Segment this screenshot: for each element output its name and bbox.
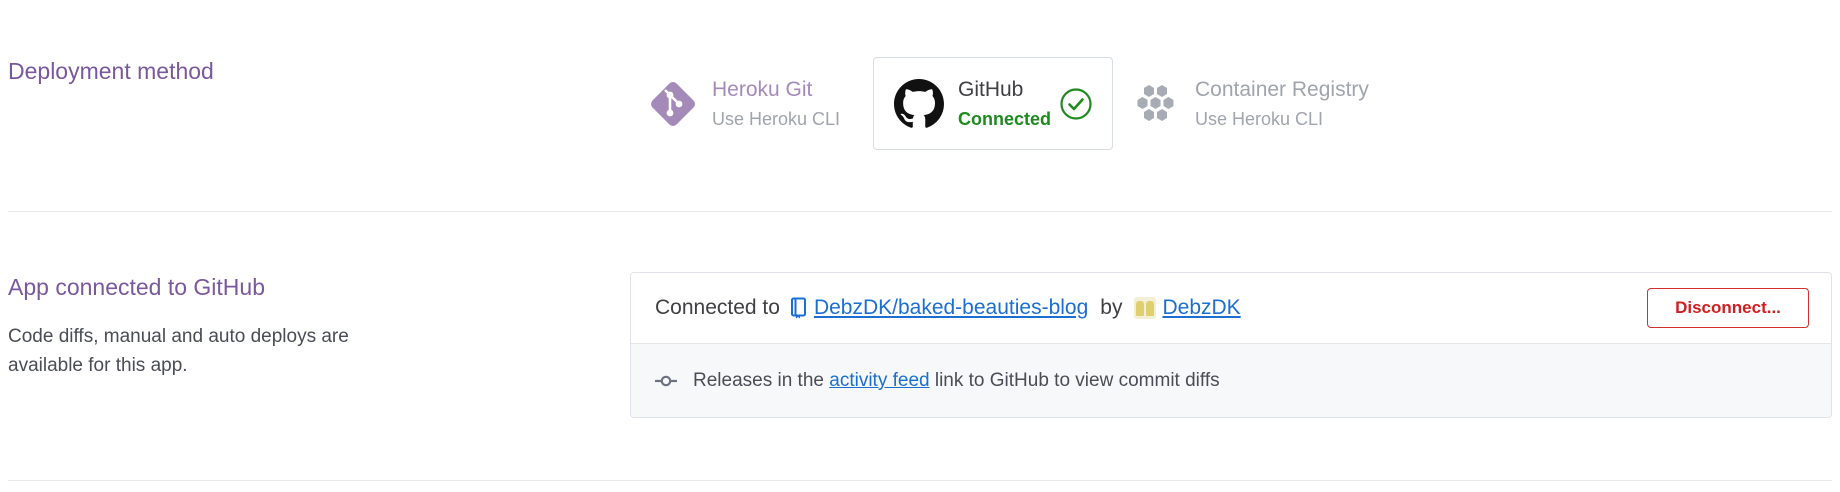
activity-feed-link[interactable]: activity feed: [829, 370, 929, 392]
app-connected-description: Code diffs, manual and auto deploys are …: [8, 326, 349, 376]
method-subtitle: Use Heroku CLI: [1195, 108, 1324, 129]
method-title: Heroku Git: [712, 77, 813, 101]
disconnect-button[interactable]: Disconnect...: [1647, 288, 1809, 328]
connection-status: Connected: [958, 108, 1052, 129]
method-subtitle: Use Heroku CLI: [712, 108, 841, 129]
deployment-method-options: Heroku Git Use Heroku CLI GitHub Connect…: [640, 57, 1389, 150]
method-heroku-git[interactable]: Heroku Git Use Heroku CLI: [640, 57, 867, 150]
repo-book-icon: [790, 297, 808, 319]
github-octocat-icon: [892, 77, 946, 131]
git-diamond-icon: [646, 77, 700, 131]
method-title: GitHub: [958, 77, 1024, 101]
deploy-settings-page: Deployment method Heroku Git Use Heroku …: [0, 0, 1840, 492]
connection-row: Connected to DebzDK/baked-beauties-blog …: [631, 273, 1831, 344]
deployment-method-heading: Deployment method: [8, 58, 214, 84]
method-title: Container Registry: [1195, 77, 1369, 101]
feed-suffix-text: link to GitHub to view commit diffs: [934, 370, 1220, 391]
repo-link[interactable]: DebzDK/baked-beauties-blog: [814, 296, 1088, 320]
activity-feed-row: Releases in the activity feed link to Gi…: [631, 344, 1831, 417]
method-github[interactable]: GitHub Connected: [873, 57, 1113, 150]
section-divider: [8, 211, 1832, 212]
github-connection-card: Connected to DebzDK/baked-beauties-blog …: [630, 272, 1832, 418]
method-container-registry[interactable]: Container Registry Use Heroku CLI: [1129, 57, 1389, 150]
check-circle-icon: [1059, 87, 1093, 121]
section-divider: [8, 480, 1832, 481]
avatar: [1134, 297, 1157, 319]
connected-to-label: Connected to: [655, 296, 780, 319]
app-connected-heading: App connected to GitHub: [8, 274, 265, 300]
user-link[interactable]: DebzDK: [1162, 296, 1240, 320]
by-label: by: [1100, 296, 1123, 319]
hexagon-cluster-icon: [1129, 77, 1183, 131]
feed-prefix-text: Releases in the: [693, 370, 824, 391]
commit-icon: [655, 374, 677, 388]
